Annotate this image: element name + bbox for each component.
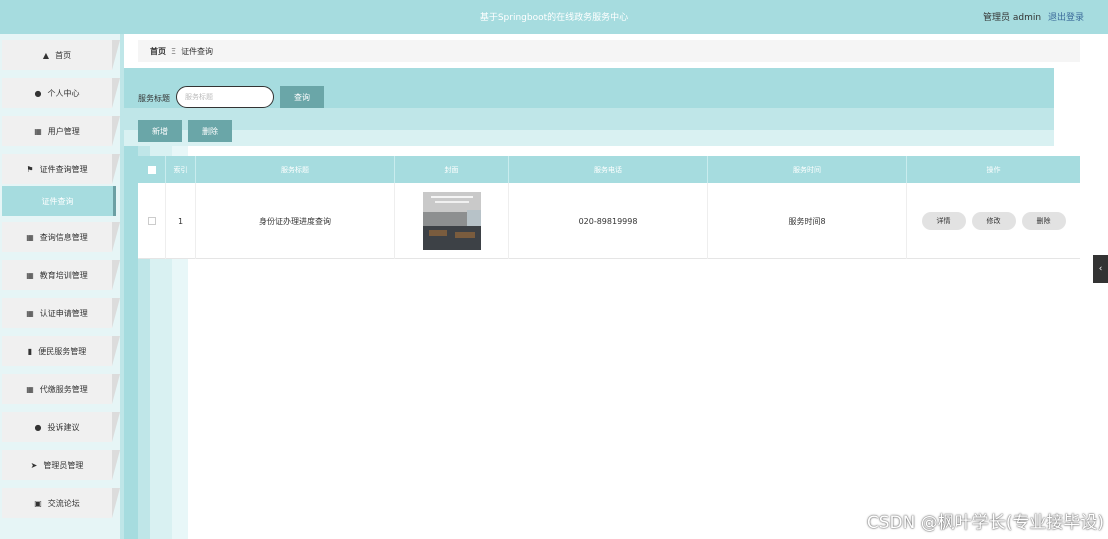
clipboard-icon: ▣ xyxy=(34,498,42,508)
user-info: 管理员 admin 退出登录 xyxy=(983,10,1084,23)
detail-button[interactable]: 详情 xyxy=(921,212,966,230)
sidebar-item-label: 用户管理 xyxy=(47,126,80,136)
sidebar-subitem-id-query[interactable]: 证件查询 xyxy=(2,186,116,216)
watermark: CSDN @枫叶学长(专业接毕设) xyxy=(866,513,1104,533)
grid-icon: ▦ xyxy=(34,126,42,136)
top-header: 基于Springboot的在线政务服务中心 管理员 admin 退出登录 xyxy=(0,0,1108,34)
sidebar-item-admins[interactable]: ➤ 管理员管理 xyxy=(2,450,120,480)
cell-time: 服务时间8 xyxy=(708,183,907,259)
sidebar-item-label: 认证申请管理 xyxy=(39,308,88,318)
sidebar-item-forum[interactable]: ▣ 交流论坛 xyxy=(2,488,120,518)
cell-cover xyxy=(395,183,509,259)
chevron-left-icon[interactable]: ‹ xyxy=(1093,255,1108,283)
sidebar-item-label: 教育培训管理 xyxy=(39,270,88,280)
sidebar-item-users[interactable]: ▦ 用户管理 xyxy=(2,116,120,146)
decor-band xyxy=(124,108,1054,130)
sidebar-item-label: 代缴服务管理 xyxy=(39,384,88,394)
search-input[interactable] xyxy=(176,86,274,108)
row-delete-button[interactable]: 删除 xyxy=(1021,212,1066,230)
cell-phone: 020-89819998 xyxy=(509,183,708,259)
breadcrumb-separator: Ξ xyxy=(171,46,177,56)
search-label: 服务标题 xyxy=(138,94,170,103)
user-label: 管理员 admin xyxy=(983,13,1042,23)
breadcrumb-current: 证件查询 xyxy=(181,46,214,56)
sidebar-item-label: 个人中心 xyxy=(47,88,80,98)
row-select-cell xyxy=(138,183,166,259)
sidebar-item-label: 查询信息管理 xyxy=(39,232,88,242)
sidebar-item-label: 证件查询 xyxy=(41,196,74,206)
sidebar-item-convenience[interactable]: ▮ 便民服务管理 xyxy=(2,336,120,366)
decor-band xyxy=(124,146,138,539)
app-title: 基于Springboot的在线政务服务中心 xyxy=(479,13,629,23)
col-header-cover: 封面 xyxy=(395,156,509,183)
query-button[interactable]: 查询 xyxy=(280,86,324,108)
user-icon: ● xyxy=(34,88,42,98)
sidebar-item-complaints[interactable]: ● 投诉建议 xyxy=(2,412,120,442)
decor-band xyxy=(124,130,1054,146)
sidebar-item-certification[interactable]: ▦ 认证申请管理 xyxy=(2,298,120,328)
grid-icon: ▦ xyxy=(26,384,34,394)
breadcrumb-home[interactable]: 首页 xyxy=(150,46,166,57)
select-all-checkbox[interactable] xyxy=(147,165,156,174)
sidebar-item-label: 投诉建议 xyxy=(47,422,80,432)
grid-icon: ▦ xyxy=(26,232,34,242)
col-header-time: 服务时间 xyxy=(708,156,907,183)
col-header-index: 索引 xyxy=(166,156,196,183)
logout-link[interactable]: 退出登录 xyxy=(1048,13,1084,23)
sidebar-item-payment[interactable]: ▦ 代缴服务管理 xyxy=(2,374,120,404)
flag-icon: ⚑ xyxy=(26,164,34,174)
cell-ops: 详情 修改 删除 xyxy=(907,183,1080,259)
user-icon: ● xyxy=(34,422,42,432)
edit-button[interactable]: 修改 xyxy=(971,212,1016,230)
delete-button[interactable]: 删除 xyxy=(188,120,232,142)
send-icon: ➤ xyxy=(30,460,38,470)
breadcrumb: 首页 Ξ 证件查询 xyxy=(138,40,1080,62)
cell-index: 1 xyxy=(166,183,196,259)
sidebar-item-home[interactable]: ▲ 首页 xyxy=(2,40,120,70)
sidebar-item-education[interactable]: ▦ 教育培训管理 xyxy=(2,260,120,290)
sidebar-item-label: 管理员管理 xyxy=(43,460,84,470)
row-checkbox[interactable] xyxy=(147,217,156,225)
sidebar-item-query-info[interactable]: ▦ 查询信息管理 xyxy=(2,222,120,252)
table-row: 1 身份证办理进度查询 020-89819998 服务时间8 详情 修改 删除 xyxy=(138,183,1080,259)
select-all-cell xyxy=(138,156,166,183)
col-header-ops: 操作 xyxy=(986,165,1001,174)
sidebar-item-profile[interactable]: ● 个人中心 xyxy=(2,78,120,108)
sidebar-item-id-query-mgmt[interactable]: ⚑ 证件查询管理 xyxy=(2,154,120,184)
grid-icon: ▦ xyxy=(26,308,34,318)
grid-icon: ▦ xyxy=(26,270,34,280)
bar-chart-icon: ▮ xyxy=(27,346,33,356)
sidebar-item-label: 便民服务管理 xyxy=(38,346,87,356)
cover-image[interactable] xyxy=(422,192,481,250)
add-button[interactable]: 新增 xyxy=(138,120,182,142)
home-icon: ▲ xyxy=(42,50,50,60)
sidebar-item-label: 交流论坛 xyxy=(47,498,80,508)
sidebar-item-label: 证件查询管理 xyxy=(39,164,88,174)
cell-title: 身份证办理进度查询 xyxy=(196,183,395,259)
table-header: 索引 服务标题 封面 服务电话 服务时间 操作 xyxy=(138,156,1080,183)
sidebar-item-label: 首页 xyxy=(55,50,72,60)
col-header-title: 服务标题 xyxy=(196,156,395,183)
col-header-phone: 服务电话 xyxy=(509,156,708,183)
